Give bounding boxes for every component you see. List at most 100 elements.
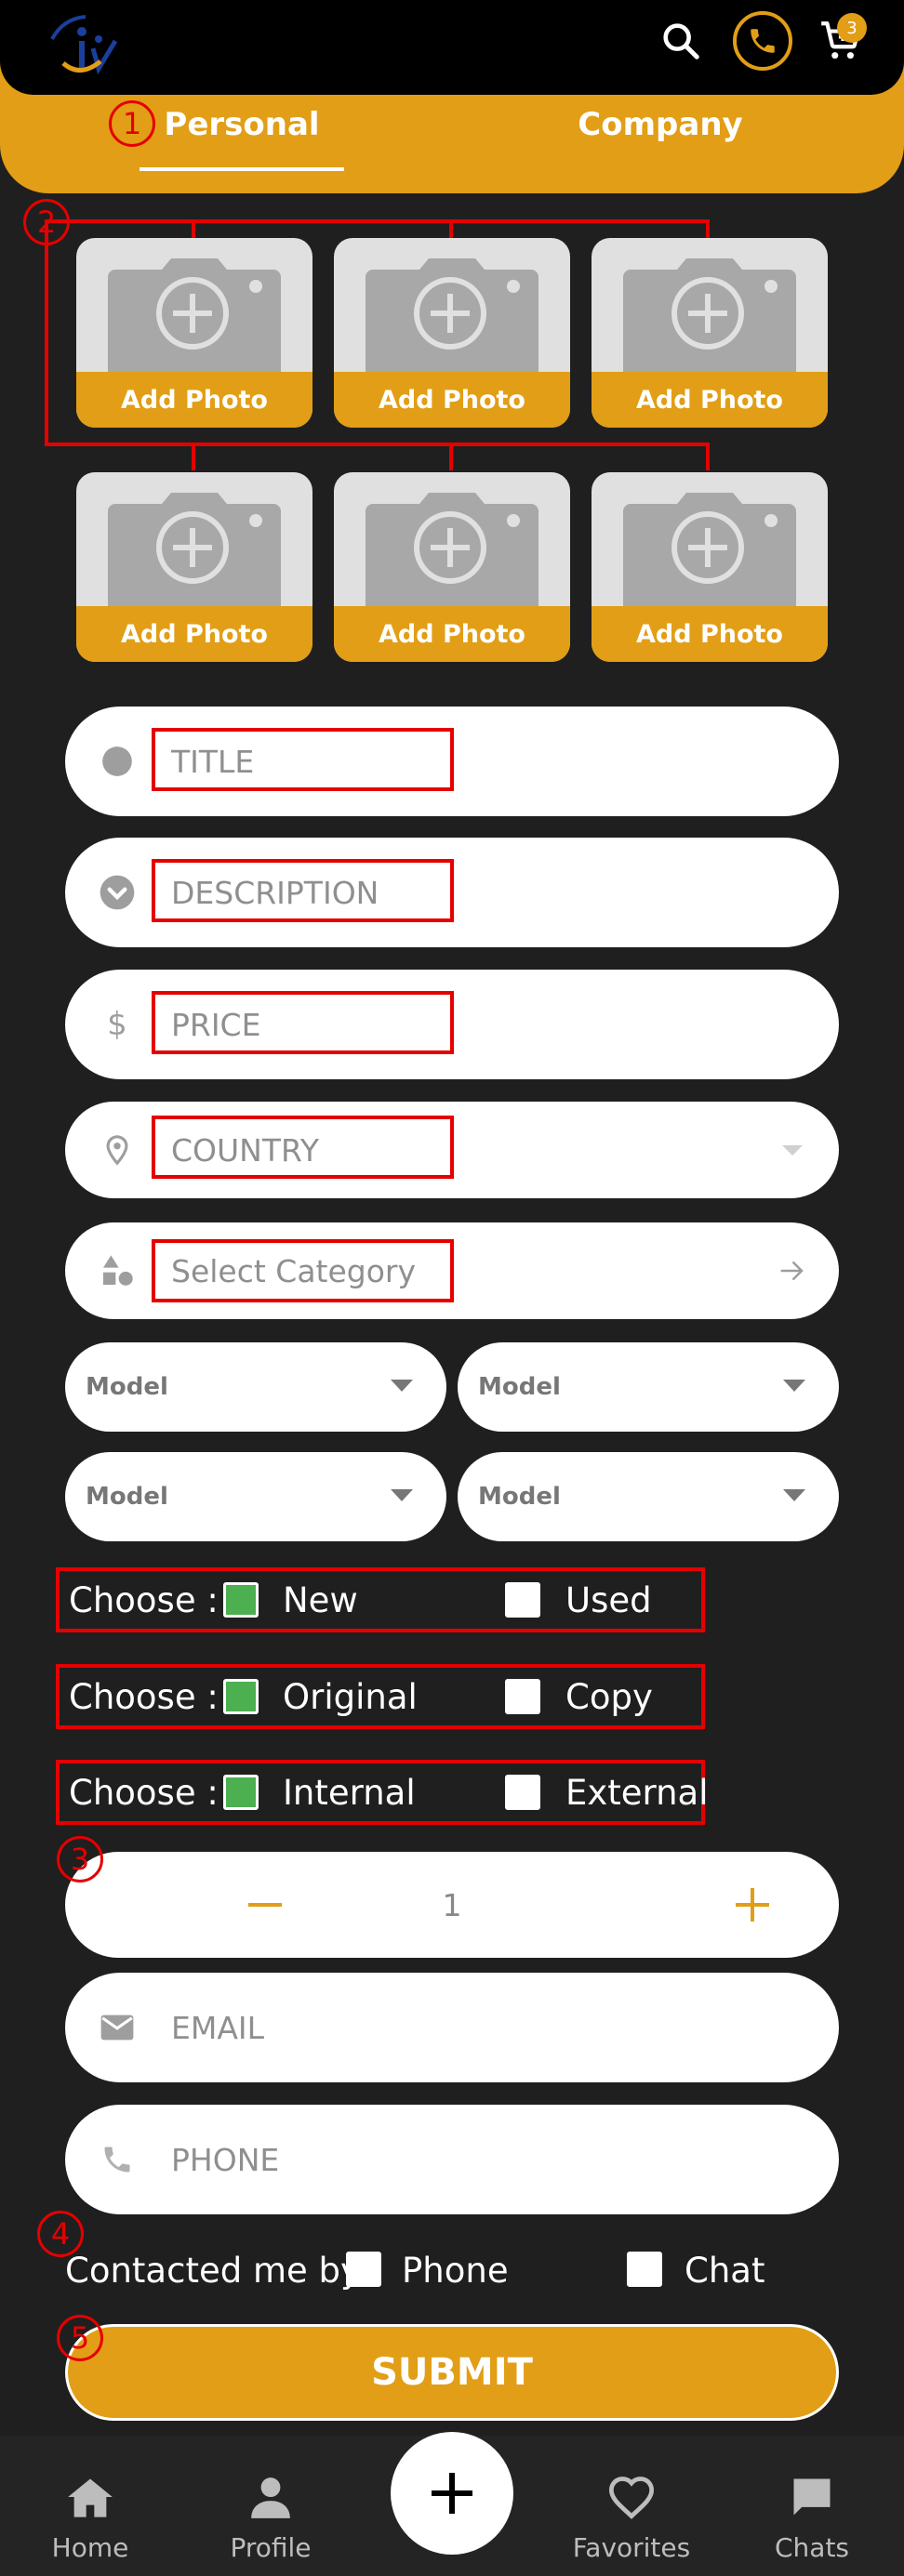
camera-add-icon xyxy=(623,258,796,372)
nav-profile-label: Profile xyxy=(230,2532,312,2563)
logo-icon xyxy=(50,15,118,75)
authenticity-copy-label: Copy xyxy=(565,1676,653,1717)
annotation-marker-4: 4 xyxy=(37,2211,84,2257)
condition-used-checkbox[interactable] xyxy=(505,1582,540,1618)
choose-label: Choose : xyxy=(69,1676,219,1717)
origin-internal-checkbox[interactable] xyxy=(223,1775,259,1810)
nav-home-label: Home xyxy=(51,2532,129,2563)
authenticity-choice-row: Choose : Original Copy xyxy=(56,1664,705,1729)
model-label: Model xyxy=(478,1373,561,1401)
call-button[interactable] xyxy=(733,11,792,71)
phone-icon xyxy=(751,29,775,53)
mail-icon xyxy=(99,2009,136,2046)
add-photo-tile[interactable]: Add Photo xyxy=(334,238,570,428)
email-field[interactable]: EMAIL xyxy=(65,1973,839,2082)
search-icon xyxy=(663,23,699,59)
quantity-value: 1 xyxy=(442,1886,462,1923)
origin-external-label: External xyxy=(565,1772,709,1813)
chat-bubble-icon xyxy=(784,2469,840,2525)
nav-home[interactable]: Home xyxy=(20,2436,160,2576)
authenticity-copy-checkbox[interactable] xyxy=(505,1679,540,1714)
annotation-bracket xyxy=(45,219,707,223)
add-photo-label: Add Photo xyxy=(76,606,312,662)
home-icon xyxy=(62,2469,118,2525)
add-photo-tile[interactable]: Add Photo xyxy=(592,472,828,662)
phone-field[interactable]: PHONE xyxy=(65,2105,839,2214)
model-label: Model xyxy=(478,1483,561,1511)
dot-icon xyxy=(99,743,136,780)
annotation-box xyxy=(152,1239,454,1302)
condition-choice-row: Choose : New Used xyxy=(56,1567,705,1632)
annotation-bracket xyxy=(706,219,710,240)
contact-method-label: Contacted me by : xyxy=(65,2250,384,2291)
origin-choice-row: Choose : Internal External xyxy=(56,1760,709,1825)
search-button[interactable] xyxy=(651,11,711,71)
camera-add-icon xyxy=(366,258,538,372)
model-select[interactable]: Model xyxy=(458,1342,839,1432)
model-label: Model xyxy=(86,1483,168,1511)
minus-icon xyxy=(248,1903,282,1907)
model-select[interactable]: Model xyxy=(458,1452,839,1541)
condition-new-label: New xyxy=(283,1579,358,1620)
add-photo-label: Add Photo xyxy=(334,372,570,428)
nav-profile[interactable]: Profile xyxy=(201,2436,340,2576)
add-photo-label: Add Photo xyxy=(592,372,828,428)
authenticity-original-label: Original xyxy=(283,1676,418,1717)
condition-used-label: Used xyxy=(565,1579,652,1620)
origin-external-checkbox[interactable] xyxy=(505,1775,540,1810)
add-photo-tile[interactable]: Add Photo xyxy=(334,472,570,662)
condition-new-checkbox[interactable] xyxy=(223,1582,259,1618)
annotation-bracket xyxy=(192,443,195,470)
caret-down-icon xyxy=(783,1380,805,1392)
contact-chat-checkbox[interactable] xyxy=(627,2252,662,2287)
add-photo-tile[interactable]: Add Photo xyxy=(76,472,312,662)
annotation-box xyxy=(152,1116,454,1179)
choose-label: Choose : xyxy=(69,1579,219,1620)
annotation-bracket xyxy=(706,443,710,470)
add-photo-tile[interactable]: Add Photo xyxy=(76,238,312,428)
phone-placeholder: PHONE xyxy=(171,2141,280,2178)
annotation-bracket xyxy=(449,219,453,240)
heart-icon xyxy=(604,2469,659,2525)
contact-chat-label: Chat xyxy=(685,2250,765,2291)
increase-quantity-button[interactable] xyxy=(720,1872,785,1937)
caret-down-icon xyxy=(391,1380,413,1392)
dollar-icon: $ xyxy=(107,1006,127,1043)
plus-icon xyxy=(736,1888,769,1922)
annotation-box xyxy=(152,728,454,791)
model-select[interactable]: Model xyxy=(65,1452,446,1541)
authenticity-original-checkbox[interactable] xyxy=(223,1679,259,1714)
phone-icon xyxy=(99,2141,136,2178)
add-post-button[interactable] xyxy=(391,2432,513,2555)
nav-chats[interactable]: Chats xyxy=(742,2436,882,2576)
contact-phone-label: Phone xyxy=(402,2250,509,2291)
add-photo-tile[interactable]: Add Photo xyxy=(592,238,828,428)
app-logo[interactable] xyxy=(45,11,125,82)
camera-add-icon xyxy=(366,493,538,606)
contact-phone-checkbox[interactable] xyxy=(346,2252,381,2287)
model-label: Model xyxy=(86,1373,168,1401)
annotation-bracket xyxy=(45,219,48,446)
email-placeholder: EMAIL xyxy=(171,2009,265,2046)
nav-favorites-label: Favorites xyxy=(572,2532,691,2563)
annotation-marker-5: 5 xyxy=(57,2315,103,2361)
origin-internal-label: Internal xyxy=(283,1772,416,1813)
annotation-box xyxy=(152,859,454,922)
tab-company[interactable]: Company xyxy=(558,106,763,171)
caret-down-icon xyxy=(774,1131,811,1169)
annotation-marker-1: 1 xyxy=(109,100,155,147)
location-pin-icon xyxy=(99,1131,136,1169)
annotation-marker-2: 2 xyxy=(23,199,70,245)
annotation-box xyxy=(152,991,454,1054)
nav-favorites[interactable]: Favorites xyxy=(562,2436,701,2576)
decrease-quantity-button[interactable] xyxy=(233,1872,298,1937)
chevron-circle-icon xyxy=(99,874,136,911)
cart-count-badge: 3 xyxy=(837,13,867,43)
tab-personal[interactable]: Personal xyxy=(140,106,344,171)
camera-add-icon xyxy=(108,493,281,606)
app-header: 3 xyxy=(0,0,904,95)
model-select[interactable]: Model xyxy=(65,1342,446,1432)
submit-button[interactable]: SUBMIT xyxy=(65,2324,839,2421)
person-icon xyxy=(243,2469,299,2525)
caret-down-icon xyxy=(391,1489,413,1501)
